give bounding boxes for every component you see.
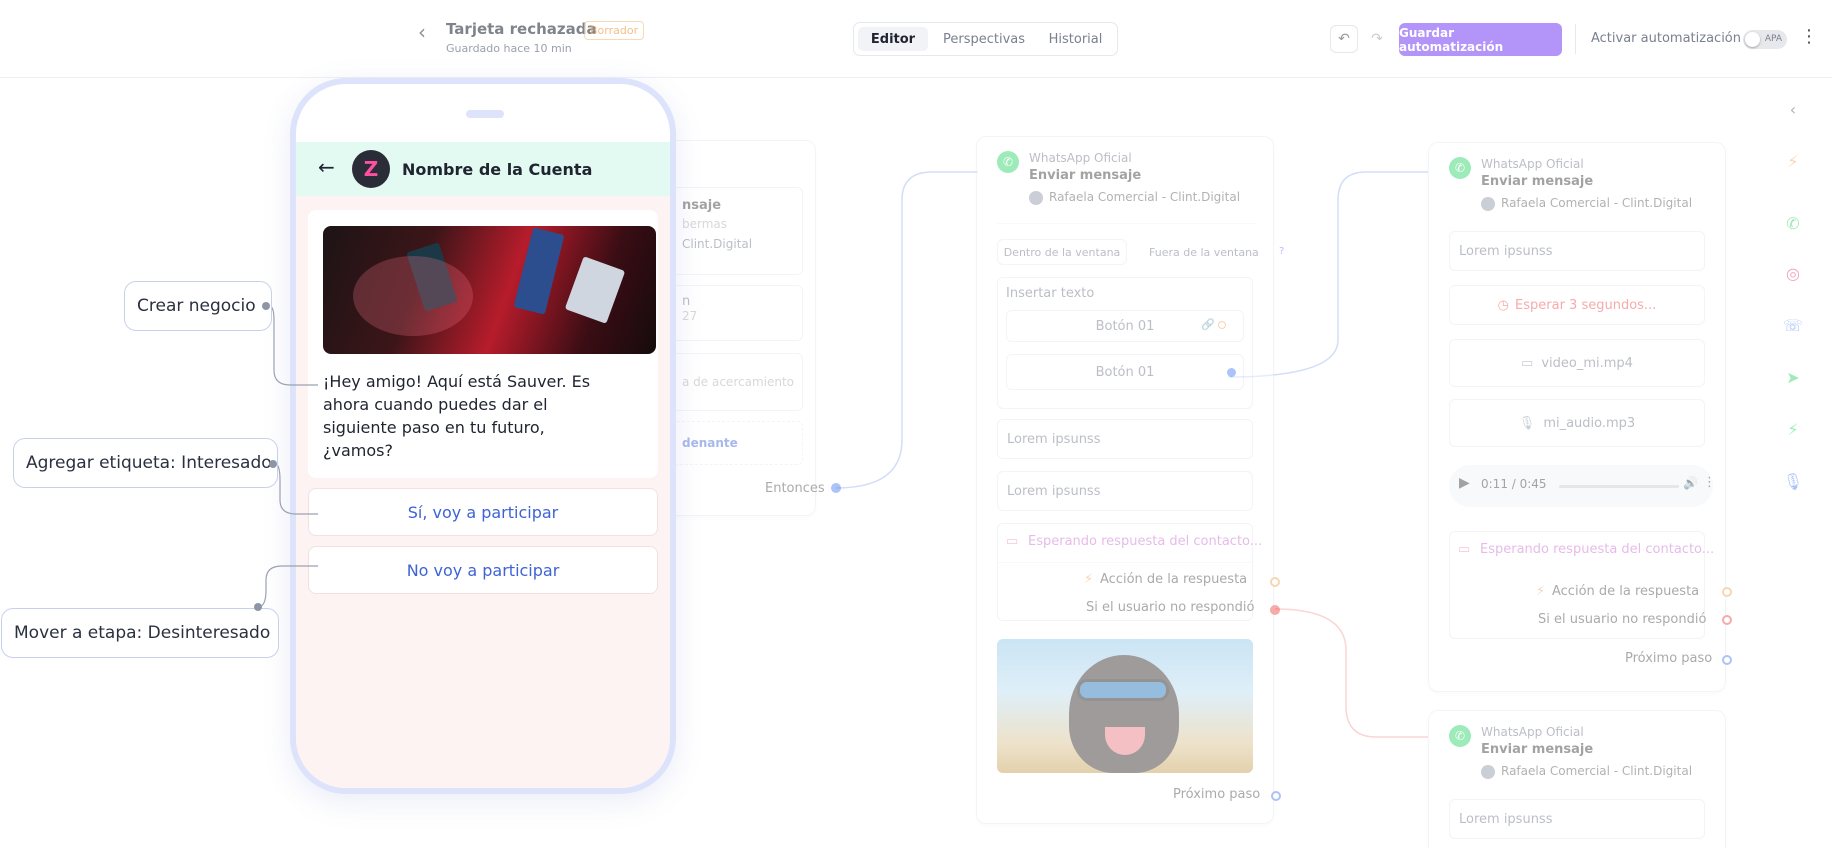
annotation-connectors — [257, 304, 318, 608]
annotation-move-stage-label: Mover a etapa: Desinteresado — [14, 623, 271, 643]
annotation-add-tag: Agregar etiqueta: Interesado — [13, 438, 278, 488]
annotation-create-deal: Crear negocio — [124, 281, 272, 331]
automation-editor: ‹ Tarjeta rechazada Borrador Guardado ha… — [0, 0, 1832, 848]
annotation-dot — [269, 460, 277, 468]
annotation-add-tag-label: Agregar etiqueta: Interesado — [26, 453, 272, 473]
annotation-create-deal-label: Crear negocio — [137, 296, 256, 316]
annotation-dot — [254, 603, 262, 611]
annotation-move-stage: Mover a etapa: Desinteresado — [1, 608, 279, 658]
annotation-dot — [262, 302, 270, 310]
